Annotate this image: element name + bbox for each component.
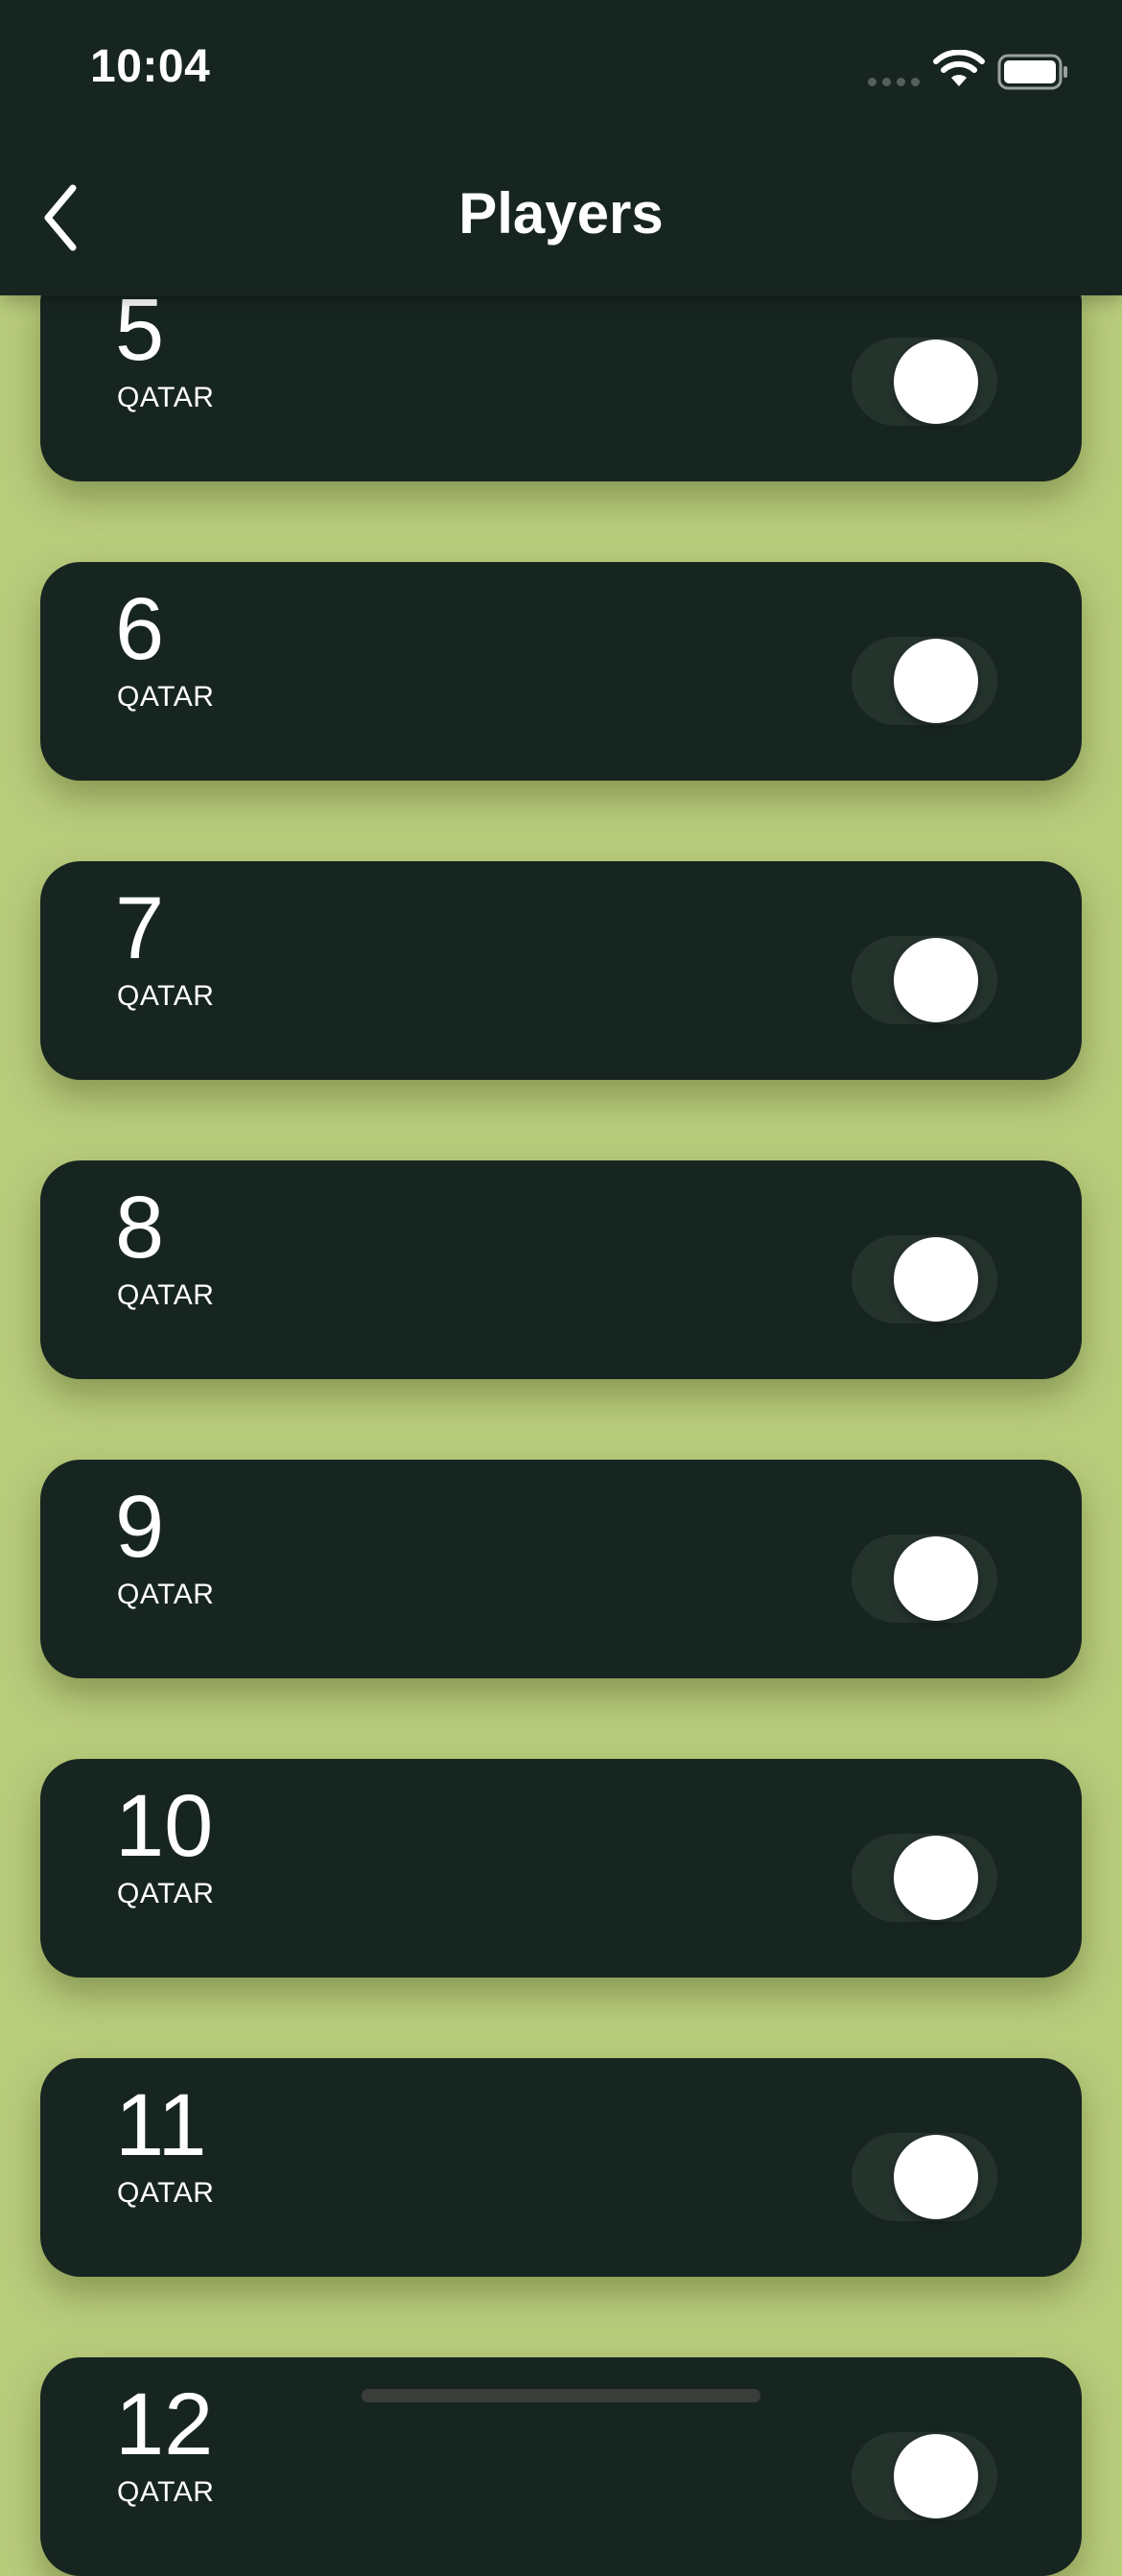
toggle-knob xyxy=(894,938,978,1022)
toggle-knob xyxy=(894,1536,978,1621)
player-country: QATAR xyxy=(117,980,215,1012)
player-card[interactable]: 7 QATAR xyxy=(40,861,1082,1080)
page-title: Players xyxy=(458,181,664,246)
player-country: QATAR xyxy=(117,1878,215,1909)
toggle-knob xyxy=(894,2434,978,2518)
home-indicator[interactable] xyxy=(362,2389,760,2402)
toggle-knob xyxy=(894,2135,978,2219)
player-country: QATAR xyxy=(117,1279,215,1311)
player-toggle[interactable] xyxy=(852,338,997,426)
player-toggle[interactable] xyxy=(852,936,997,1024)
player-country: QATAR xyxy=(117,2476,215,2508)
players-list[interactable]: 5 QATAR 6 QATAR 7 QATAR 8 QATAR 9 QATAR … xyxy=(0,0,1122,2576)
player-country: QATAR xyxy=(117,2177,215,2209)
player-number: 8 xyxy=(115,1179,165,1276)
player-country: QATAR xyxy=(117,382,215,413)
status-time: 10:04 xyxy=(90,41,211,92)
player-toggle[interactable] xyxy=(852,2432,997,2520)
toggle-knob xyxy=(894,1836,978,1920)
player-number: 12 xyxy=(115,2376,214,2473)
player-number: 9 xyxy=(115,1478,165,1576)
player-number: 6 xyxy=(115,580,165,678)
toggle-knob xyxy=(894,340,978,424)
battery-icon xyxy=(997,54,1067,90)
player-number: 11 xyxy=(115,2076,207,2174)
player-card[interactable]: 10 QATAR xyxy=(40,1759,1082,1978)
player-toggle[interactable] xyxy=(852,637,997,725)
player-card[interactable]: 9 QATAR xyxy=(40,1460,1082,1678)
player-number: 5 xyxy=(115,281,165,379)
player-card[interactable]: 11 QATAR xyxy=(40,2058,1082,2277)
toggle-knob xyxy=(894,639,978,723)
player-toggle[interactable] xyxy=(852,2133,997,2221)
nav-header: 10:04 Players xyxy=(0,0,1122,295)
player-card[interactable]: 5 QATAR xyxy=(40,263,1082,481)
player-number: 7 xyxy=(115,879,165,977)
toggle-knob xyxy=(894,1237,978,1322)
player-toggle[interactable] xyxy=(852,1534,997,1623)
player-country: QATAR xyxy=(117,681,215,713)
wifi-icon xyxy=(933,50,985,86)
player-toggle[interactable] xyxy=(852,1235,997,1323)
player-card[interactable]: 6 QATAR xyxy=(40,562,1082,781)
player-number: 10 xyxy=(115,1777,214,1875)
player-card[interactable]: 8 QATAR xyxy=(40,1160,1082,1379)
player-toggle[interactable] xyxy=(852,1834,997,1922)
player-country: QATAR xyxy=(117,1579,215,1610)
cellular-icon xyxy=(868,78,922,87)
